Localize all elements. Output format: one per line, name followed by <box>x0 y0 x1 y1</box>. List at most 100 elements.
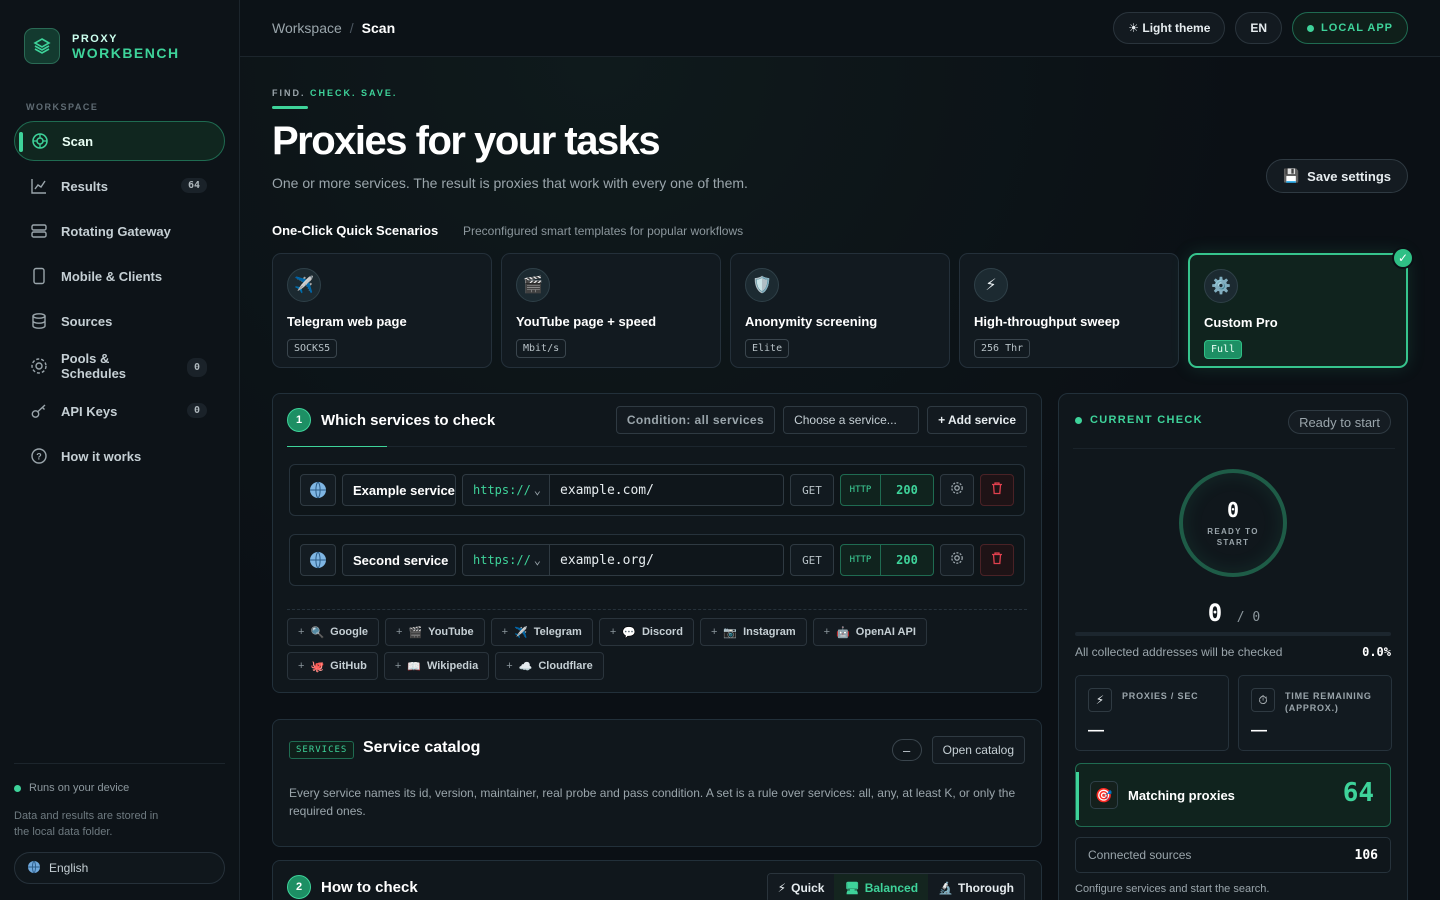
pools-icon <box>30 357 48 375</box>
ready-status-badge: Ready to start <box>1288 410 1391 434</box>
globe-icon[interactable] <box>300 544 336 576</box>
scenario-card-telegram[interactable]: ✈️ Telegram web page SOCKS5 <box>272 253 492 368</box>
sidebar-item-label: Pools & Schedules <box>61 351 127 381</box>
key-icon <box>30 402 48 420</box>
stat-value: — <box>1088 722 1104 739</box>
chip-label: Cloudflare <box>538 660 593 672</box>
preset-chip-cloudflare[interactable]: + ☁️ Cloudflare <box>495 652 604 680</box>
settings-button[interactable] <box>940 544 974 576</box>
proxies-per-sec-stat: ⚡ PROXIES / SEC — <box>1075 675 1229 751</box>
sidebar-item-scan[interactable]: Scan <box>14 121 225 161</box>
scenario-tag: Full <box>1204 340 1243 359</box>
delete-button[interactable] <box>980 544 1014 576</box>
trash-icon <box>990 481 1004 500</box>
mode-thorough[interactable]: 🔬 Thorough <box>928 874 1024 900</box>
brand-main: WORKBENCH <box>72 45 180 61</box>
status-dot <box>1307 24 1315 32</box>
svg-text:?: ? <box>36 452 42 462</box>
preset-chip-github[interactable]: + 🐙 GitHub <box>287 652 378 680</box>
scenario-tag: Elite <box>745 339 790 358</box>
sidebar-item-pools-schedules[interactable]: Pools & Schedules 0 <box>14 346 225 386</box>
sidebar-item-label: Rotating Gateway <box>61 223 171 239</box>
sidebar-item-mobile-clients[interactable]: Mobile & Clients <box>14 256 225 296</box>
matching-label: Matching proxies <box>1128 788 1235 803</box>
url-input[interactable]: example.org/ <box>550 544 784 576</box>
sidebar-item-label: Scan <box>62 133 94 149</box>
scenario-title: Custom Pro <box>1204 315 1278 330</box>
stat-value: — <box>1251 722 1267 739</box>
mode-quick[interactable]: ⚡ Quick <box>767 874 835 900</box>
condition-button[interactable]: Condition: all services <box>615 406 776 434</box>
sidebar-item-results[interactable]: Results 64 <box>14 166 225 206</box>
kicker-a: FIND. <box>272 88 306 98</box>
language-button[interactable]: EN <box>1235 12 1283 44</box>
scenario-tag: SOCKS5 <box>287 339 338 358</box>
sidebar-item-api-keys[interactable]: API Keys 0 <box>14 391 225 431</box>
layers-icon <box>24 28 60 64</box>
scenario-card-anonymity[interactable]: 🛡️ Anonymity screening Elite <box>730 253 950 368</box>
settings-button[interactable] <box>940 474 974 506</box>
protocol-value: https:// <box>473 483 531 497</box>
preset-chip-google[interactable]: + 🔍 Google <box>287 618 380 646</box>
checked-total: 0 <box>1252 610 1261 625</box>
open-catalog-button[interactable]: Open catalog <box>931 736 1025 764</box>
mode-selector: ⚡ Quick 🖥 Balanced 🔬 Thorough <box>766 873 1025 900</box>
preset-chip-youtube[interactable]: + 🎬 YouTube <box>385 618 485 646</box>
mode-balanced[interactable]: 🖥 Balanced <box>834 874 929 900</box>
mode-label: Quick <box>791 881 825 895</box>
service-name-input[interactable]: Example service <box>342 474 456 506</box>
sidebar-item-sources[interactable]: Sources <box>14 301 225 341</box>
configure-note: Configure services and start the search. <box>1075 883 1270 895</box>
divider <box>287 609 1027 610</box>
page-title: Proxies for your tasks <box>272 119 661 163</box>
add-service-button[interactable]: + Add service <box>927 406 1027 434</box>
expected-status[interactable]: HTTP 200 <box>840 544 934 576</box>
scenario-card-youtube[interactable]: 🎬 YouTube page + speed Mbit/s <box>501 253 721 368</box>
collapse-button[interactable]: – <box>891 739 922 761</box>
chip-label: Discord <box>641 626 683 638</box>
delete-button[interactable] <box>980 474 1014 506</box>
progress-ring: 0 READY TO START <box>1179 469 1287 577</box>
sidebar-item-label: Results <box>61 178 108 194</box>
method-select[interactable]: GET <box>790 544 834 576</box>
connected-sources[interactable]: Connected sources 106 <box>1075 837 1391 873</box>
lightning-icon: ⚡ <box>777 881 787 895</box>
matching-proxies-card[interactable]: 🎯 Matching proxies 64 <box>1075 763 1391 827</box>
sidebar-item-how-it-works[interactable]: ? How it works <box>14 436 225 476</box>
method-select[interactable]: GET <box>790 474 834 506</box>
scenario-card-custom-pro[interactable]: ⚙️ Custom Pro Full ✓ <box>1188 247 1414 368</box>
url-input[interactable]: example.com/ <box>550 474 784 506</box>
checked-done: 0 <box>1207 599 1223 627</box>
chip-label: Telegram <box>533 626 582 638</box>
brand[interactable]: PROXY WORKBENCH <box>24 28 180 64</box>
local-app-badge[interactable]: LOCAL APP <box>1292 12 1408 44</box>
service-catalog-panel: SERVICES Service catalog – Open catalog … <box>272 719 1042 847</box>
expected-status[interactable]: HTTP 200 <box>840 474 934 506</box>
how-title: How to check <box>321 879 418 896</box>
service-presets: + 🔍 Google + 🎬 YouTube + ✈️ Telegram + 💬 Discord… <box>287 618 1007 680</box>
target-icon: 🎯 <box>1090 781 1118 809</box>
current-check-panel: CURRENT CHECK Ready to start 0 READY TO … <box>1058 393 1408 900</box>
chip-label: YouTube <box>428 626 474 638</box>
chart-icon <box>30 177 48 195</box>
protocol-select[interactable]: https://⌄ <box>462 544 550 576</box>
protocol-select[interactable]: https://⌄ <box>462 474 550 506</box>
preset-chip-instagram[interactable]: + 📷 Instagram <box>699 618 807 646</box>
preset-chip-openai[interactable]: + 🤖 OpenAI API <box>812 618 927 646</box>
kicker: FIND. CHECK. SAVE. <box>272 88 397 98</box>
globe-icon[interactable] <box>300 474 336 506</box>
choose-service-select[interactable]: Choose a service... <box>783 406 920 434</box>
save-settings-button[interactable]: 💾 Save settings <box>1265 159 1408 193</box>
breadcrumb-root[interactable]: Workspace <box>272 20 342 36</box>
language-select[interactable]: English <box>14 852 225 884</box>
scenario-card-throughput[interactable]: ⚡ High-throughput sweep 256 Thr <box>959 253 1179 368</box>
sidebar-item-rotating-gateway[interactable]: Rotating Gateway <box>14 211 225 251</box>
preset-chip-telegram[interactable]: + ✈️ Telegram <box>490 618 593 646</box>
preset-chip-wikipedia[interactable]: + 📖 Wikipedia <box>383 652 490 680</box>
brand-sub: PROXY <box>72 33 119 45</box>
service-row: Example service https://⌄ example.com/ G… <box>289 464 1025 516</box>
breadcrumb-current: Scan <box>361 20 396 36</box>
preset-chip-discord[interactable]: + 💬 Discord <box>598 618 694 646</box>
theme-toggle-button[interactable]: ☀ Light theme <box>1113 12 1226 44</box>
service-name-input[interactable]: Second service <box>342 544 456 576</box>
